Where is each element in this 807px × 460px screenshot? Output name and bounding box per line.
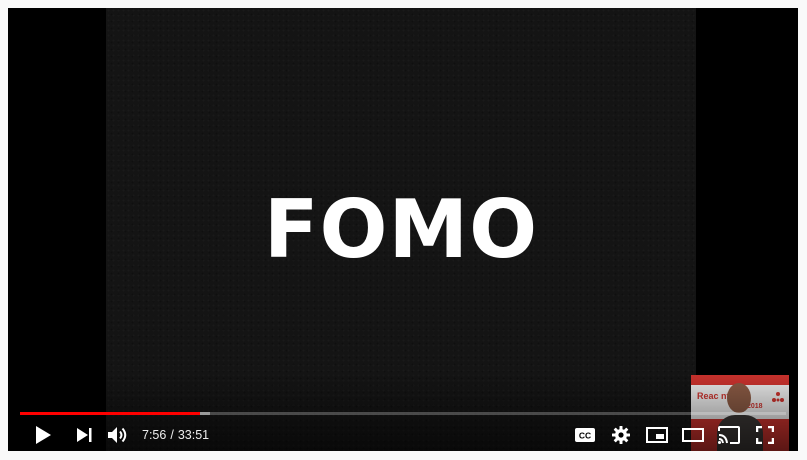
slide-title: FOMO (263, 183, 539, 276)
time-separator: / (170, 427, 174, 442)
volume-button[interactable] (106, 418, 132, 451)
captions-label: CC (579, 430, 591, 440)
duration: 33:51 (177, 427, 210, 442)
fullscreen-icon (756, 425, 774, 444)
cast-icon (718, 425, 740, 444)
next-icon (76, 427, 91, 442)
progress-bar[interactable] (20, 412, 786, 415)
progress-played (20, 412, 200, 415)
play-icon (36, 425, 51, 444)
cast-button[interactable] (715, 418, 743, 451)
miniplayer-button[interactable] (643, 418, 671, 451)
volume-icon (108, 426, 127, 443)
play-button[interactable] (28, 418, 58, 451)
speaker-head (727, 383, 751, 413)
conference-logo-icon (772, 392, 784, 402)
theater-mode-icon (682, 427, 704, 442)
video-player[interactable]: FOMO Reac nte 2018 7:56 / 33:51 CC (8, 8, 798, 451)
player-controls: 7:56 / 33:51 CC (8, 418, 798, 451)
theater-mode-button[interactable] (679, 418, 707, 451)
current-time: 7:56 (142, 427, 167, 442)
settings-button[interactable] (607, 418, 635, 451)
gear-icon (612, 425, 630, 444)
next-button[interactable] (70, 418, 98, 451)
fullscreen-button[interactable] (751, 418, 779, 451)
miniplayer-icon (646, 426, 668, 443)
captions-icon: CC (575, 427, 595, 442)
video-frame[interactable]: FOMO (106, 8, 696, 451)
captions-button[interactable]: CC (571, 418, 599, 451)
time-display: 7:56 / 33:51 (142, 418, 209, 451)
